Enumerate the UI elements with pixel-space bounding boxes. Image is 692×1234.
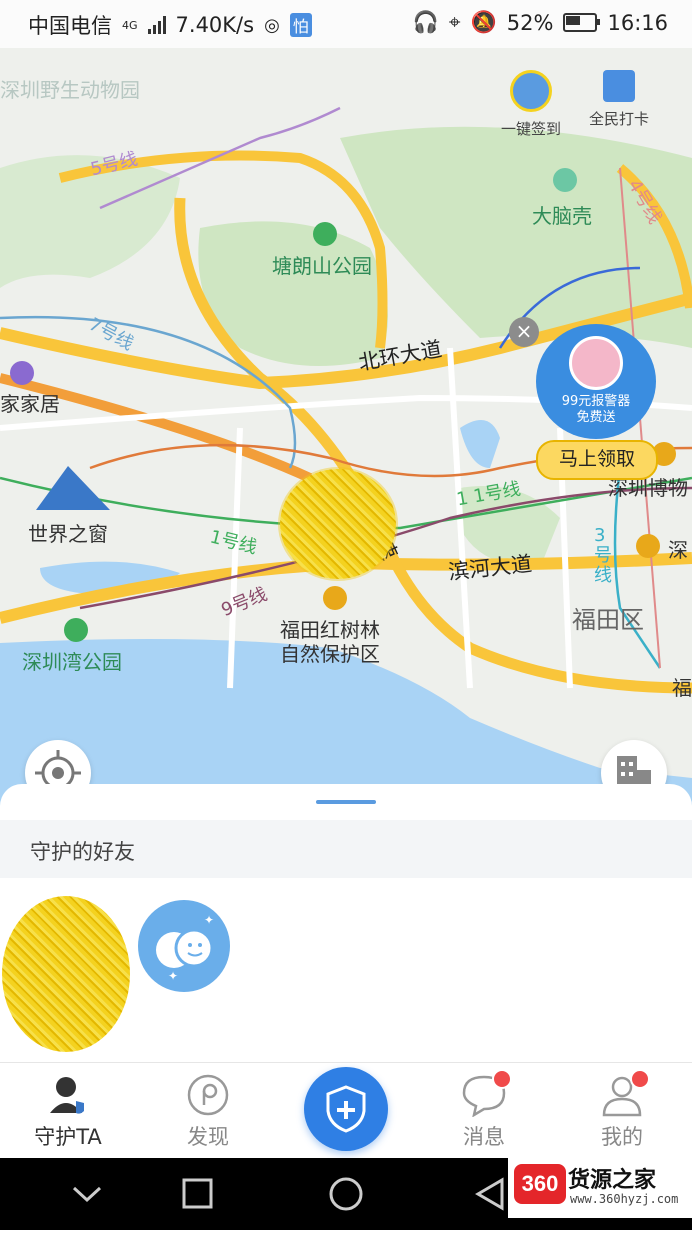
location-icon: ⌖ [448, 10, 461, 34]
nav-messages[interactable]: 消息 [434, 1069, 534, 1151]
nav-guard[interactable]: 守护TA [18, 1073, 118, 1151]
nav-profile[interactable]: 我的 [572, 1069, 672, 1151]
back-icon [475, 1177, 504, 1211]
nav-discover[interactable]: 发现 [158, 1073, 258, 1151]
alarm-device-icon [569, 336, 623, 390]
map-label-jiajiaju: 家家居 [0, 392, 60, 416]
shield-plus-icon [326, 1085, 366, 1133]
friends-sheet: 守护的好友 ✦ ✦ [0, 784, 692, 1070]
sheet-drag-handle[interactable] [316, 800, 376, 804]
messages-badge [492, 1069, 512, 1089]
bay-park-icon [64, 618, 88, 642]
home-icon [329, 1177, 363, 1211]
nav-messages-label: 消息 [463, 1125, 505, 1149]
friends-faces-icon: ✦ ✦ [156, 913, 214, 983]
check-in-label: 一键签到 [500, 120, 561, 138]
network-speed: 7.40K/s [175, 13, 255, 37]
add-guard-button[interactable] [304, 1067, 388, 1151]
punch-card-action[interactable]: 全民打卡 [583, 70, 655, 129]
add-friend-avatar[interactable]: ✦ ✦ [138, 900, 230, 992]
guard-user-icon [46, 1073, 90, 1117]
map-label-futian-district: 福田区 [572, 606, 644, 634]
reserve-icon [323, 586, 347, 610]
watermark: 360 货源之家 www.360hyzj.com [508, 1158, 692, 1218]
promo-alarm-banner[interactable]: 99元报警器 免费送 [536, 324, 656, 439]
map-label-tanglang: 塘朗山公园 [272, 254, 372, 278]
recents-icon [182, 1178, 213, 1209]
app-notification-icon: ◎ [264, 14, 280, 36]
punch-card-label: 全民打卡 [588, 110, 649, 128]
friend-avatar[interactable] [2, 896, 130, 1052]
battery-icon [563, 13, 601, 32]
status-bar: 中国电信 4G 7.40K/s ◎ 怕 🎧 ⌖ 🔕 52% 16:16 [0, 0, 692, 48]
map-view[interactable]: 一键签到 全民打卡 深圳野生动物园 5号线 大脑壳 4号线 塘朗山公园 7号线 … [0, 48, 692, 808]
friends-section-title: 守护的好友 [30, 840, 135, 864]
landmark-icon [636, 534, 660, 558]
map-label-mangrove2: 自然保护区 [280, 642, 380, 666]
bottom-nav: 守护TA 发现 消息 我的 [0, 1062, 692, 1159]
app-badge: 怕 [289, 13, 312, 37]
promo-line1: 99元报警器 [561, 394, 631, 409]
svg-text:✦: ✦ [204, 913, 214, 927]
profile-icon [600, 1069, 650, 1117]
map-label-shen: 深 [668, 538, 688, 562]
nav-profile-label: 我的 [601, 1125, 643, 1149]
watermark-url: www.360hyzj.com [570, 1192, 679, 1206]
collapse-icon [72, 1186, 102, 1203]
discover-icon [186, 1073, 230, 1117]
map-label-fu: 福 [672, 676, 692, 700]
promo-close-button[interactable]: × [509, 317, 539, 347]
watermark-logo: 360 [514, 1164, 566, 1204]
network-type-label: 4G [122, 18, 138, 32]
map-label-dananke: 大脑壳 [532, 204, 592, 228]
carrier-label: 中国电信 [28, 14, 112, 38]
promo-claim-button[interactable]: 马上领取 [536, 440, 658, 480]
battery-percent: 52% [506, 10, 554, 35]
mute-icon: 🔕 [470, 10, 497, 34]
watermark-name: 货源之家 [568, 1168, 657, 1193]
profile-badge [630, 1069, 650, 1089]
check-in-action[interactable]: 一键签到 [495, 70, 567, 139]
map-label-bay-park: 深圳湾公园 [22, 650, 122, 674]
friends-section-header: 守护的好友 [0, 820, 692, 878]
calendar-check-icon [603, 70, 635, 102]
message-icon [462, 1069, 512, 1118]
peak-icon [553, 168, 577, 192]
clock: 16:16 [607, 10, 668, 35]
friend-location-avatar[interactable] [280, 469, 396, 579]
map-label-wildlife-park: 深圳野生动物园 [0, 78, 140, 102]
shopping-icon [10, 361, 34, 385]
nav-discover-label: 发现 [187, 1125, 229, 1149]
signal-icon [147, 16, 166, 34]
check-in-icon [510, 70, 552, 112]
promo-line2: 免费送 [576, 410, 616, 425]
park-icon [313, 222, 337, 246]
headset-icon: 🎧 [412, 10, 439, 34]
svg-text:✦: ✦ [168, 969, 178, 983]
map-label-line3: 3号线 [594, 525, 612, 586]
nav-guard-label: 守护TA [34, 1125, 102, 1149]
map-label-window-world: 世界之窗 [28, 522, 108, 546]
